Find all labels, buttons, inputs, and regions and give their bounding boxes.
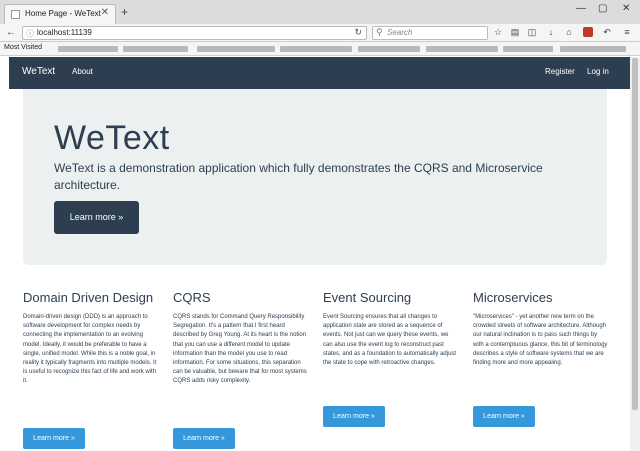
new-tab-button[interactable]: + — [121, 6, 128, 18]
star-icon[interactable]: ☆ — [493, 27, 503, 37]
microservices-learn-more-button[interactable]: Learn more » — [473, 406, 535, 427]
bookmark-item[interactable] — [280, 46, 352, 52]
hero-title: WeText — [54, 119, 170, 157]
back-arrow-icon[interactable]: ← — [6, 27, 16, 39]
brand-link[interactable]: WeText — [22, 66, 55, 77]
history-icon[interactable]: ↶ — [602, 27, 612, 37]
bookmark-item[interactable] — [358, 46, 420, 52]
reader-icon[interactable]: ▤ — [510, 27, 520, 37]
event-sourcing-learn-more-button[interactable]: Learn more » — [323, 406, 385, 427]
nav-login[interactable]: Log in — [587, 67, 609, 76]
hero-lead: WeText is a demonstration application wh… — [54, 161, 543, 192]
column-title: Domain Driven Design — [23, 290, 154, 305]
browser-toolbar: ← ⓘ localhost:11139 ↻ ⚲ Search — [0, 24, 640, 42]
pocket-icon[interactable]: ◫ — [527, 27, 537, 37]
ddd-learn-more-button[interactable]: Learn more » — [23, 428, 85, 449]
bookmarks-bar: Most Visited — [0, 42, 640, 56]
bookmark-item[interactable] — [197, 46, 275, 52]
scrollbar-thumb[interactable] — [632, 58, 638, 410]
search-icon: ⚲ — [376, 27, 383, 37]
nav-about[interactable]: About — [72, 67, 93, 76]
maximize-icon[interactable]: ▢ — [598, 3, 607, 14]
menu-icon[interactable]: ≡ — [622, 27, 632, 37]
address-bar[interactable]: ⓘ localhost:11139 ↻ — [22, 26, 367, 40]
close-tab-icon[interactable]: ✕ — [101, 7, 109, 18]
extension-icon[interactable] — [583, 27, 593, 37]
tab-title: Home Page - WeText — [25, 9, 101, 18]
column-title: CQRS — [173, 290, 211, 305]
page-icon — [11, 10, 20, 19]
column-text: CQRS stands for Command Query Responsibi… — [173, 314, 307, 385]
close-window-icon[interactable]: ✕ — [622, 3, 630, 14]
column-title: Microservices — [473, 290, 553, 305]
feature-column-ddd: Domain Driven Design Domain-driven desig… — [23, 290, 158, 387]
feature-column-cqrs: CQRS CQRS stands for Command Query Respo… — [173, 290, 308, 387]
bookmark-item[interactable] — [560, 46, 626, 52]
feature-column-microservices: Microservices "Microservices" - yet anot… — [473, 290, 608, 368]
jumbotron: WeText WeText is a demonstration applica… — [23, 89, 607, 265]
search-placeholder: Search — [387, 28, 413, 37]
hero-learn-more-button[interactable]: Learn more » — [54, 201, 139, 234]
column-text: Domain-driven design (DDD) is an approac… — [23, 314, 157, 385]
cqrs-learn-more-button[interactable]: Learn more » — [173, 428, 235, 449]
browser-tab[interactable]: Home Page - WeText ✕ — [4, 4, 116, 24]
site-navbar: WeText About Register Log in — [9, 57, 630, 89]
browser-tab-bar: Home Page - WeText ✕ + — ▢ ✕ — [0, 0, 640, 24]
minimize-icon[interactable]: — — [576, 3, 586, 14]
column-title: Event Sourcing — [323, 290, 412, 305]
home-icon[interactable]: ⌂ — [564, 27, 574, 37]
column-text: Event Sourcing ensures that all changes … — [323, 314, 457, 367]
bookmark-item[interactable] — [426, 46, 498, 52]
nav-register[interactable]: Register — [545, 67, 575, 76]
search-bar[interactable]: ⚲ Search — [372, 26, 488, 40]
feature-column-event-sourcing: Event Sourcing Event Sourcing ensures th… — [323, 290, 458, 368]
column-text: "Microservices" - yet another new term o… — [473, 314, 608, 367]
url-text[interactable]: localhost:11139 — [37, 28, 92, 37]
reload-icon[interactable]: ↻ — [354, 27, 362, 38]
info-icon[interactable]: ⓘ — [26, 28, 34, 39]
bookmark-item[interactable] — [503, 46, 553, 52]
bookmark-item[interactable] — [123, 46, 188, 52]
bookmark-most-visited[interactable]: Most Visited — [4, 44, 42, 51]
download-icon[interactable]: ↓ — [546, 27, 556, 37]
bookmark-item[interactable] — [58, 46, 118, 52]
